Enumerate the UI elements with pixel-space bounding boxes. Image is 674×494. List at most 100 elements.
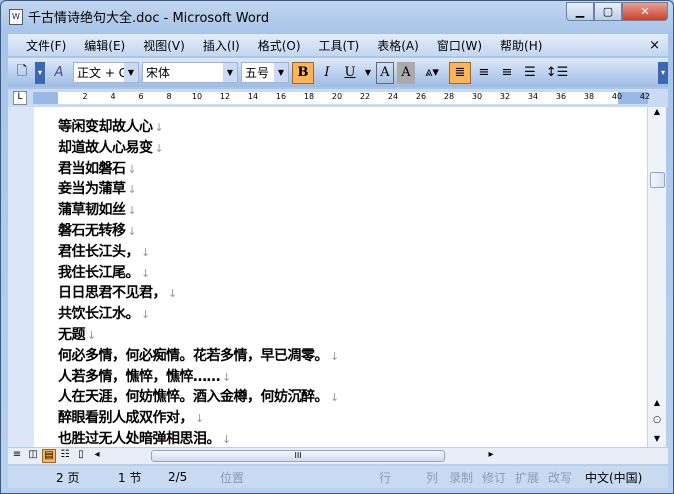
hscroll-thumb[interactable]: III xyxy=(151,450,445,462)
menu-file[interactable]: 文件(F) xyxy=(26,37,66,54)
line-text: 妾当为蒲草 xyxy=(58,181,126,198)
ruler-tick-label: 12 xyxy=(219,92,231,101)
char-shading-button[interactable]: A xyxy=(397,61,415,84)
status-overtype[interactable]: 改写 xyxy=(548,469,572,486)
document-line[interactable]: 何必多情，何必痴情。花若多情，早已凋零。 ↓ xyxy=(58,345,339,365)
ruler-tick-label: 20 xyxy=(331,92,343,101)
outline-view-icon[interactable]: ☷ xyxy=(58,449,72,463)
maximize-button[interactable]: ▢ xyxy=(594,2,622,21)
horizontal-ruler[interactable]: L 2 4 6 8 10 12 14 16 18 20 22 24 26 28 30 32 34 36 38 40 42 xyxy=(8,89,668,107)
bold-button[interactable]: B xyxy=(292,61,314,84)
normal-view-icon[interactable]: ≡ xyxy=(10,449,24,463)
close-button[interactable]: ✕ xyxy=(622,2,668,21)
menu-table[interactable]: 表格(A) xyxy=(377,37,419,54)
menu-bar: 文件(F) 编辑(E) 视图(V) 插入(I) 格式(O) 工具(T) 表格(A… xyxy=(8,34,668,56)
menu-insert[interactable]: 插入(I) xyxy=(203,37,240,54)
ruler-tick-label: 24 xyxy=(387,92,399,101)
scroll-thumb[interactable] xyxy=(650,172,665,188)
distribute-icon[interactable]: ☰ xyxy=(520,62,540,84)
menu-help[interactable]: 帮助(H) xyxy=(500,37,542,54)
document-line[interactable]: 磐石无转移 ↓ xyxy=(58,220,137,240)
document-page[interactable]: 等闲变却故人心 ↓ 却道故人心易变 ↓ 君当如磐石 ↓ 妾当为蒲草 ↓ 蒲草韧如丝 ↓ 磐石无转移 ↓… xyxy=(8,107,647,447)
tab-stop-selector[interactable]: L xyxy=(13,91,27,105)
horizontal-scrollbar[interactable]: ≡ ◫ ▤ ☷ ▯ ◂ III ▸ xyxy=(8,448,668,464)
menu-tools[interactable]: 工具(T) xyxy=(319,37,360,54)
web-view-icon[interactable]: ◫ xyxy=(26,449,40,463)
line-text: 也胜过无人处暗弹相思泪。 xyxy=(58,431,221,447)
align-justify-icon[interactable]: ≣ xyxy=(449,61,471,84)
char-scaling-icon[interactable]: ⩓▾ xyxy=(418,62,446,84)
minimize-button[interactable]: ▁ xyxy=(566,2,594,21)
scroll-up-icon[interactable]: ▲ xyxy=(648,107,666,116)
status-extend[interactable]: 扩展 xyxy=(515,469,539,486)
ruler-tick-label: 2 xyxy=(82,92,88,101)
browse-object-icon[interactable]: ○ xyxy=(648,415,666,425)
menu-edit[interactable]: 编辑(E) xyxy=(84,37,125,54)
size-value: 五号 xyxy=(245,66,270,80)
close-document-button[interactable]: × xyxy=(649,38,660,53)
document-line[interactable]: 我住长江尾。 ↓ xyxy=(58,262,150,282)
document-line[interactable]: 等闲变却故人心 ↓ xyxy=(58,116,164,136)
toolbar-options-icon[interactable]: ▾ xyxy=(35,61,45,84)
font-size-select[interactable]: 五号 ▼ xyxy=(241,62,289,83)
ruler-tick-label: 34 xyxy=(527,92,539,101)
paragraph-mark-icon: ↓ xyxy=(168,287,177,301)
prev-page-icon[interactable]: ▲ xyxy=(648,398,666,407)
document-line[interactable]: 无题 ↓ xyxy=(58,324,96,344)
char-border-button[interactable]: A xyxy=(376,61,394,84)
print-view-icon[interactable]: ▤ xyxy=(42,449,56,463)
line-text: 醉眼看别人成双作对， xyxy=(58,410,194,427)
ruler-tick-label: 8 xyxy=(166,92,172,101)
chevron-down-icon: ▼ xyxy=(274,63,288,82)
line-text: 磐石无转移 xyxy=(58,223,126,239)
status-track[interactable]: 修订 xyxy=(482,469,506,486)
menu-window[interactable]: 窗口(W) xyxy=(437,37,482,54)
styles-icon[interactable]: A xyxy=(48,62,70,84)
document-line[interactable]: 君当如磐石 ↓ xyxy=(58,158,137,178)
chevron-down-icon: ▼ xyxy=(124,63,138,82)
next-page-icon[interactable]: ▼ xyxy=(648,434,666,443)
chevron-down-icon: ▼ xyxy=(223,63,237,82)
document-line[interactable]: 也胜过无人处暗弹相思泪。 ↓ xyxy=(58,428,231,447)
menu-view[interactable]: 视图(V) xyxy=(143,37,185,54)
status-page: 2 页 xyxy=(56,470,80,485)
status-record[interactable]: 录制 xyxy=(449,469,473,486)
style-select[interactable]: 正文 + Ge ▼ xyxy=(73,62,139,83)
line-text: 等闲变却故人心 xyxy=(58,119,153,135)
ruler-tick-label: 32 xyxy=(499,92,511,101)
document-line[interactable]: 君住长江头， ↓ xyxy=(58,241,150,261)
reading-view-icon[interactable]: ▯ xyxy=(74,449,88,463)
status-bar: 2 页 1 节 2/5 位置 行 列 录制 修订 扩展 改写 中文(中国) xyxy=(8,466,668,488)
paragraph-mark-icon: ↓ xyxy=(141,308,150,322)
document-line[interactable]: 却道故人心易变 ↓ xyxy=(58,137,164,157)
vertical-scrollbar[interactable]: ▲ ▲ ○ ▼ xyxy=(647,107,666,447)
menu-format[interactable]: 格式(O) xyxy=(258,37,301,54)
document-line[interactable]: 人在天涯，何妨憔悴。酒入金樽，何妨沉醉。 ↓ xyxy=(58,386,339,406)
document-line[interactable]: 日日思君不见君， ↓ xyxy=(58,282,177,302)
toolbar-options-icon[interactable]: ▾ xyxy=(658,61,668,84)
document-line[interactable]: 妾当为蒲草 ↓ xyxy=(58,178,137,198)
italic-button[interactable]: I xyxy=(317,62,337,84)
document-line[interactable]: 醉眼看别人成双作对， ↓ xyxy=(58,407,204,427)
status-pages: 2/5 xyxy=(168,470,188,484)
paragraph-mark-icon: ↓ xyxy=(195,412,204,426)
paragraph-mark-icon: ↓ xyxy=(141,266,150,280)
ruler-tick-label: 16 xyxy=(275,92,287,101)
align-right-icon[interactable]: ≡ xyxy=(497,62,517,84)
document-line[interactable]: 共饮长江水。 ↓ xyxy=(58,303,150,323)
new-document-icon[interactable]: 🗋 xyxy=(12,62,32,84)
scroll-right-icon[interactable]: ▸ xyxy=(484,449,498,463)
line-spacing-icon[interactable]: ↕☰ xyxy=(543,62,571,84)
underline-button[interactable]: U xyxy=(340,62,360,84)
ruler-tick-label: 42 xyxy=(639,92,651,101)
align-center-icon[interactable]: ≡ xyxy=(474,62,494,84)
paragraph-mark-icon: ↓ xyxy=(127,225,137,238)
underline-dropdown-icon[interactable]: ▼ xyxy=(363,62,373,84)
scroll-left-icon[interactable]: ◂ xyxy=(90,449,104,463)
font-select[interactable]: 宋体 ▼ xyxy=(142,62,238,83)
paragraph-mark-icon: ↓ xyxy=(87,329,96,342)
paragraph-mark-icon: ↓ xyxy=(330,391,339,405)
document-line[interactable]: 人若多情，憔悴，憔悴…… ↓ xyxy=(58,366,231,386)
ruler-tick-label: 22 xyxy=(359,92,371,101)
document-line[interactable]: 蒲草韧如丝 ↓ xyxy=(58,199,137,219)
